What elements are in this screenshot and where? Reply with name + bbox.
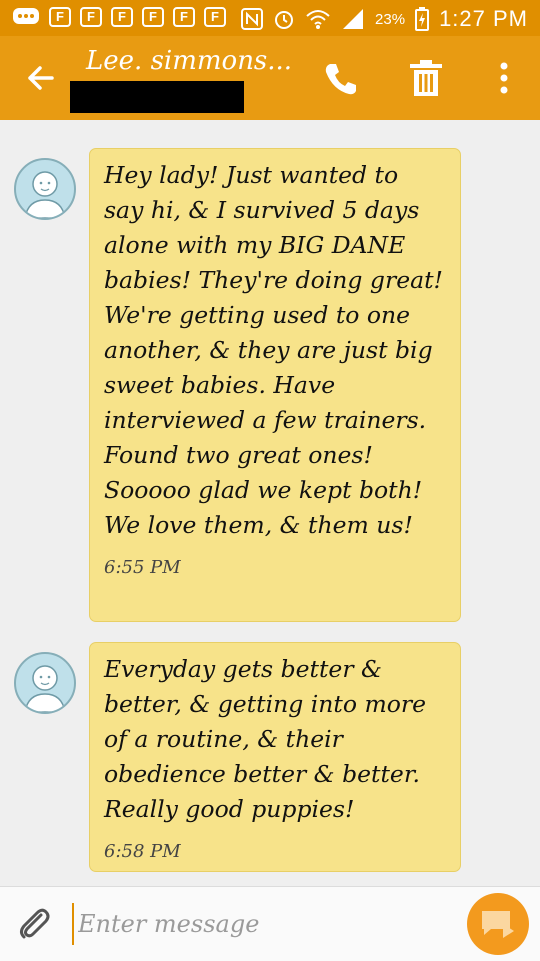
- facebook-notification-icon: F: [49, 7, 71, 27]
- facebook-notification-icon: F: [80, 7, 102, 27]
- wifi-icon: [306, 10, 330, 29]
- facebook-notification-icon: F: [204, 7, 226, 27]
- person-avatar-icon: [24, 665, 66, 712]
- message-bubble-received[interactable]: Hey lady! Just wanted to say hi, & I sur…: [89, 148, 461, 622]
- status-bar: F F F F F F 23% 1:27 PM: [0, 0, 540, 36]
- contact-avatar[interactable]: [14, 158, 76, 220]
- more-options-icon[interactable]: [490, 56, 518, 100]
- battery-percent: 23%: [375, 10, 406, 28]
- send-message-icon: [482, 911, 514, 938]
- back-arrow-icon[interactable]: [18, 56, 62, 100]
- contact-avatar[interactable]: [14, 652, 76, 714]
- facebook-notification-icon: F: [111, 7, 133, 27]
- message-timestamp: 6:55 PM: [104, 557, 181, 578]
- chat-notification-icon: [13, 8, 39, 24]
- conversation-header: Lee. simmons...: [0, 36, 540, 120]
- nfc-icon: [241, 8, 264, 30]
- notification-icons: F F F F F F: [12, 7, 226, 27]
- battery-charging-icon: [415, 7, 430, 31]
- person-avatar-icon: [24, 171, 66, 218]
- message-timestamp: 6:58 PM: [104, 841, 181, 862]
- redacted-phone-number: [70, 81, 244, 113]
- contact-name[interactable]: Lee. simmons...: [86, 46, 292, 76]
- attach-icon[interactable]: [14, 903, 54, 943]
- send-button[interactable]: [467, 893, 529, 955]
- message-text: Hey lady! Just wanted to say hi, & I sur…: [104, 161, 443, 539]
- facebook-notification-icon: F: [142, 7, 164, 27]
- message-input[interactable]: [72, 903, 450, 945]
- system-icons: 23% 1:27 PM: [241, 6, 528, 32]
- signal-icon: [343, 9, 364, 29]
- facebook-notification-icon: F: [173, 7, 195, 27]
- clock: 1:27 PM: [439, 6, 528, 31]
- alarm-icon: [275, 11, 294, 29]
- delete-icon[interactable]: [404, 56, 448, 100]
- message-bubble-received[interactable]: Everyday gets better & better, & getting…: [89, 642, 461, 872]
- call-icon[interactable]: [320, 58, 362, 100]
- message-text: Everyday gets better & better, & getting…: [104, 655, 427, 823]
- message-composer: [0, 886, 540, 961]
